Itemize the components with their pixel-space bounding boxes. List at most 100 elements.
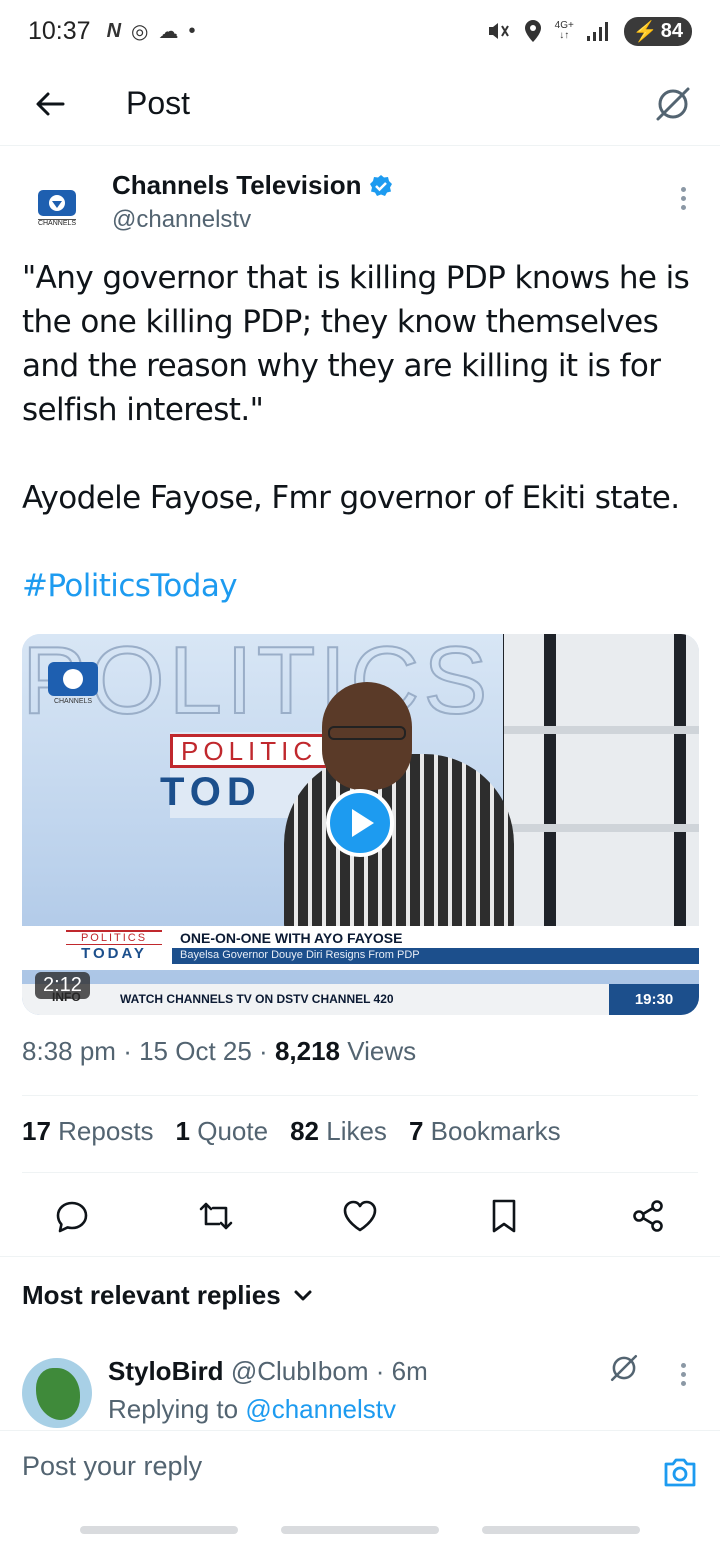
quotes-count: 1 — [175, 1116, 191, 1146]
repost-icon — [199, 1202, 233, 1230]
post-more-button[interactable] — [668, 178, 698, 218]
grok-icon — [610, 1354, 638, 1382]
channels-logo-icon — [38, 190, 76, 216]
play-icon — [352, 809, 374, 837]
reply-input[interactable]: Post your reply — [22, 1451, 202, 1482]
person-glasses — [328, 726, 406, 740]
reply-button[interactable] — [52, 1196, 92, 1236]
panel-frame — [504, 824, 699, 832]
reply-avatar[interactable] — [22, 1358, 92, 1428]
bookmarks-count: 7 — [408, 1116, 424, 1146]
video-ticker: INFO WATCH CHANNELS TV ON DSTV CHANNEL 4… — [22, 984, 699, 1015]
signal-icon — [586, 22, 608, 41]
post-text: "Any governor that is killing PDP knows … — [22, 256, 702, 608]
panel-frame — [674, 634, 686, 934]
instagram-icon: ◎ — [131, 20, 149, 43]
post-hashtag[interactable]: #PoliticsToday — [22, 564, 702, 608]
more-icon — [680, 1362, 686, 1368]
verified-badge-icon — [370, 174, 393, 196]
post-meta: 8:38 pm · 15 Oct 25 · 8,218 Views — [22, 1036, 416, 1067]
quotes-stat[interactable]: 1 Quote — [176, 1116, 269, 1147]
chevron-down-icon — [294, 1290, 312, 1300]
quotes-label: Quote — [197, 1116, 269, 1146]
status-bar: 10:37 N ◎ ☁ • 4G+ ↓↑ ⚡ 84 — [0, 0, 720, 62]
lower-third-subtitle: Bayelsa Governor Douye Diri Resigns From… — [180, 949, 420, 961]
divider — [22, 1095, 698, 1096]
play-button[interactable] — [326, 789, 394, 857]
person-shirt — [284, 754, 514, 934]
replying-to-prefix: Replying to — [108, 1394, 239, 1424]
reposts-stat[interactable]: 17 Reposts — [22, 1116, 154, 1147]
views-label: Views — [347, 1036, 417, 1066]
network-type: 4G+ ↓↑ — [555, 21, 574, 41]
back-button[interactable] — [22, 76, 78, 132]
reply-author-name[interactable]: StyloBird — [108, 1356, 224, 1386]
like-button[interactable] — [340, 1196, 380, 1236]
status-left: 10:37 N ◎ ☁ • — [28, 17, 195, 46]
nav-handle — [80, 1526, 238, 1534]
video-lower-third: POLITICS TODAY ONE-ON-ONE WITH AYO FAYOS… — [22, 926, 699, 970]
more-icon-dot — [680, 1380, 686, 1386]
lower-third-logo: POLITICS TODAY — [66, 930, 162, 966]
reply-item[interactable]: StyloBird @ClubIbom · 6m Replying to @ch… — [0, 1350, 720, 1430]
reply-icon — [56, 1201, 88, 1233]
location-icon — [524, 20, 541, 42]
post-attribution: Ayodele Fayose, Fmr governor of Ekiti st… — [22, 480, 680, 516]
share-button[interactable] — [628, 1196, 668, 1236]
replies-sort-label: Most relevant replies — [22, 1280, 281, 1310]
divider — [0, 1256, 720, 1257]
channels-logo-icon — [48, 662, 98, 696]
likes-stat[interactable]: 82 Likes — [290, 1116, 387, 1147]
author-avatar[interactable]: CHANNELS — [22, 178, 92, 238]
divider — [22, 1172, 698, 1173]
reply-more-button[interactable] — [668, 1354, 698, 1394]
replies-sort-toggle[interactable]: Most relevant replies — [22, 1280, 313, 1311]
panel-frame — [504, 726, 699, 734]
reply-header: StyloBird @ClubIbom · 6m — [108, 1356, 428, 1387]
camera-icon — [664, 1458, 696, 1487]
views-count: 8,218 — [274, 1036, 341, 1066]
avatar-label: CHANNELS — [37, 219, 77, 227]
bookmarks-stat[interactable]: 7 Bookmarks — [409, 1116, 561, 1147]
reply-author-handle[interactable]: @ClubIbom — [231, 1356, 369, 1386]
post-author: CHANNELS Channels Television @channelstv — [0, 168, 720, 238]
reply-grok-button[interactable] — [608, 1352, 644, 1388]
bookmark-icon — [492, 1199, 516, 1233]
post-stats: 17 Reposts 1 Quote 82 Likes 7 Bookmarks — [22, 1116, 561, 1147]
post-video[interactable]: POLITICS CHANNELS POLITIC TOD POLITICS T… — [22, 634, 699, 1015]
ticker-time: 19:30 — [609, 984, 699, 1015]
nav-handle — [482, 1526, 640, 1534]
video-duration: 2:12 — [35, 972, 90, 999]
author-handle[interactable]: @channelstv — [112, 206, 251, 234]
reply-composer: Post your reply — [0, 1430, 720, 1512]
reply-time: 6m — [391, 1356, 428, 1386]
bookmark-button[interactable] — [484, 1196, 524, 1236]
author-name-text: Channels Television — [112, 170, 362, 200]
more-icon-dot — [680, 204, 686, 210]
reposts-label: Reposts — [58, 1116, 154, 1146]
page-title: Post — [126, 85, 191, 121]
grok-button[interactable] — [648, 79, 698, 129]
replying-to-handle[interactable]: @channelstv — [245, 1394, 396, 1424]
meta-separator: · — [123, 1036, 140, 1066]
meta-separator: · — [259, 1036, 275, 1066]
camera-button[interactable] — [662, 1455, 698, 1489]
battery-level: 84 — [660, 19, 683, 42]
ticker-text: WATCH CHANNELS TV ON DSTV CHANNEL 420 — [120, 992, 394, 1006]
reposts-count: 17 — [22, 1116, 51, 1146]
mute-vibrate-icon — [488, 23, 509, 39]
video-logo-label: CHANNELS — [53, 698, 93, 705]
notification-n-icon: N — [106, 19, 122, 42]
more-icon-dot — [680, 195, 686, 201]
post-date: 15 Oct 25 — [139, 1036, 252, 1066]
likes-label: Likes — [326, 1116, 387, 1146]
cloud-icon: ☁ — [158, 20, 179, 43]
nav-handle — [281, 1526, 439, 1534]
author-name[interactable]: Channels Television — [112, 170, 393, 201]
lower-third-logo-top: POLITICS — [66, 930, 162, 945]
post-actions — [0, 1190, 720, 1242]
reply-meta-separator: · — [375, 1356, 385, 1386]
charging-icon: ⚡ — [632, 20, 658, 43]
grok-icon — [656, 87, 690, 120]
repost-button[interactable] — [196, 1196, 236, 1236]
